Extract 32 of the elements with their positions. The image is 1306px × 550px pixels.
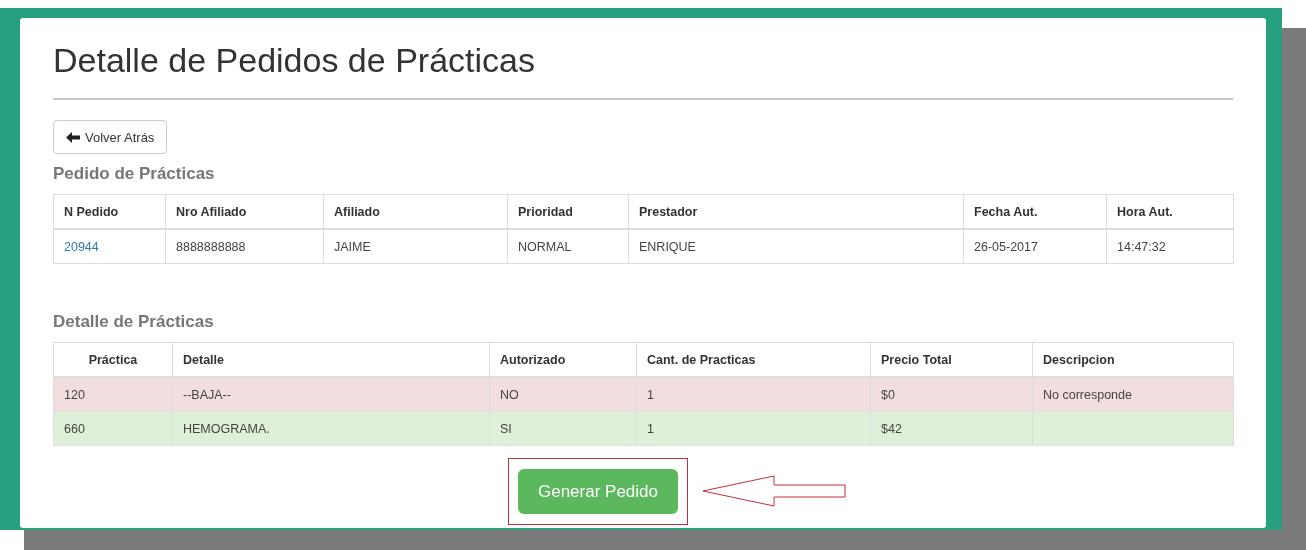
- table-cell: JAIME: [334, 239, 371, 254]
- table-cell: NO: [500, 387, 519, 402]
- table-cell: --BAJA--: [183, 387, 231, 402]
- column-header: Hora Aut.: [1106, 194, 1234, 229]
- page-title: Detalle de Pedidos de Prácticas: [53, 40, 536, 81]
- column-header: N Pedido: [53, 194, 166, 229]
- column-header: Prestador: [628, 194, 964, 229]
- table-cell: ENRIQUE: [639, 239, 696, 254]
- table-cell: $0: [881, 387, 895, 402]
- table-cell: 120: [64, 387, 85, 402]
- table-cell: $42: [881, 421, 902, 436]
- arrow-left-icon: [66, 131, 80, 143]
- table-cell: 1: [647, 421, 654, 436]
- table-cell: HEMOGRAMA.: [183, 421, 270, 436]
- section-heading: Detalle de Prácticas: [53, 312, 215, 332]
- order-link[interactable]: 20944: [64, 239, 99, 254]
- table-cell: 8888888888: [176, 239, 246, 254]
- table-cell: 660: [64, 421, 85, 436]
- back-button[interactable]: Volver Atrás: [53, 120, 168, 154]
- column-header: Afiliado: [323, 194, 508, 229]
- generate-button[interactable]: Generar Pedido: [518, 469, 678, 514]
- table-cell: 1: [647, 387, 654, 402]
- table-cell: 26-05-2017: [974, 239, 1038, 254]
- table-cell: 14:47:32: [1117, 239, 1166, 254]
- column-header: Fecha Aut.: [963, 194, 1107, 229]
- section-heading: Pedido de Prácticas: [53, 164, 216, 184]
- table-cell: NORMAL: [518, 239, 572, 254]
- column-header: Nro Afiliado: [165, 194, 324, 229]
- table-cell: SI: [500, 421, 512, 436]
- column-header: Prioridad: [507, 194, 629, 229]
- table-cell: No corresponde: [1043, 387, 1132, 402]
- annotation-arrow-icon: [702, 475, 848, 508]
